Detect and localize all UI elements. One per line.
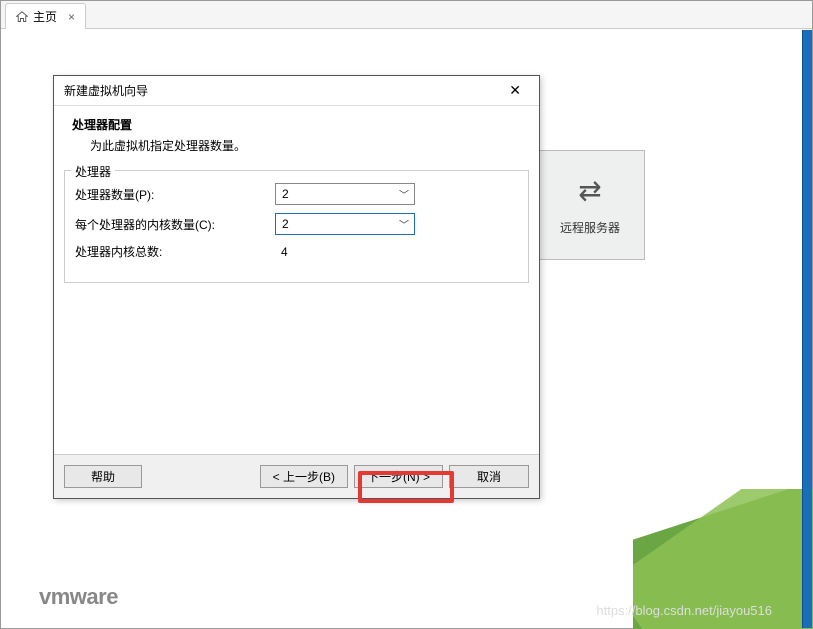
cores-per-processor-label: 每个处理器的内核数量(C): bbox=[75, 216, 275, 233]
tab-bar: 主页 × bbox=[1, 1, 812, 29]
home-icon bbox=[16, 11, 28, 23]
total-cores-label: 处理器内核总数: bbox=[75, 243, 275, 260]
help-button[interactable]: 帮助 bbox=[64, 465, 142, 488]
vmware-logo: vmware bbox=[39, 584, 118, 610]
dialog-header: 处理器配置 为此虚拟机指定处理器数量。 bbox=[54, 106, 539, 166]
tab-home[interactable]: 主页 × bbox=[5, 3, 86, 29]
processor-count-label: 处理器数量(P): bbox=[75, 186, 275, 203]
processor-fieldset: 处理器 处理器数量(P): ﹀ 每个处理器的内核数量(C): ﹀ 处理器内核总数… bbox=[64, 170, 529, 283]
close-icon[interactable]: × bbox=[68, 10, 75, 24]
dialog-close-button[interactable]: ✕ bbox=[501, 80, 529, 101]
tab-home-label: 主页 bbox=[33, 8, 57, 25]
dialog-titlebar: 新建虚拟机向导 ✕ bbox=[54, 76, 539, 106]
cancel-button[interactable]: 取消 bbox=[449, 465, 529, 488]
new-vm-wizard-dialog: 新建虚拟机向导 ✕ 处理器配置 为此虚拟机指定处理器数量。 处理器 处理器数量(… bbox=[53, 75, 540, 499]
dialog-heading: 处理器配置 bbox=[72, 116, 521, 133]
cores-per-processor-combo[interactable] bbox=[275, 213, 415, 235]
back-button[interactable]: < 上一步(B) bbox=[260, 465, 348, 488]
main-window: 主页 × ⇄ 远程服务器 vmware https://blog.csdn.ne… bbox=[0, 0, 813, 629]
cores-per-processor-combo-wrap: ﹀ bbox=[275, 213, 415, 235]
dialog-button-bar: 帮助 < 上一步(B) 下一步(N) > 取消 bbox=[54, 454, 539, 498]
remote-server-card[interactable]: ⇄ 远程服务器 bbox=[535, 150, 645, 260]
dialog-title: 新建虚拟机向导 bbox=[64, 82, 148, 99]
total-cores-value: 4 bbox=[275, 245, 288, 259]
swap-arrows-icon: ⇄ bbox=[578, 174, 601, 207]
window-edge-strip bbox=[802, 30, 812, 628]
processor-count-combo-wrap: ﹀ bbox=[275, 183, 415, 205]
remote-server-label: 远程服务器 bbox=[560, 219, 620, 236]
fieldset-legend: 处理器 bbox=[71, 163, 115, 180]
total-cores-row: 处理器内核总数: 4 bbox=[75, 243, 518, 260]
cores-per-processor-row: 每个处理器的内核数量(C): ﹀ bbox=[75, 213, 518, 235]
watermark-text: https://blog.csdn.net/jiayou516 bbox=[596, 603, 772, 618]
dialog-subheading: 为此虚拟机指定处理器数量。 bbox=[72, 137, 521, 154]
processor-count-row: 处理器数量(P): ﹀ bbox=[75, 183, 518, 205]
next-button[interactable]: 下一步(N) > bbox=[354, 465, 443, 488]
processor-count-combo[interactable] bbox=[275, 183, 415, 205]
